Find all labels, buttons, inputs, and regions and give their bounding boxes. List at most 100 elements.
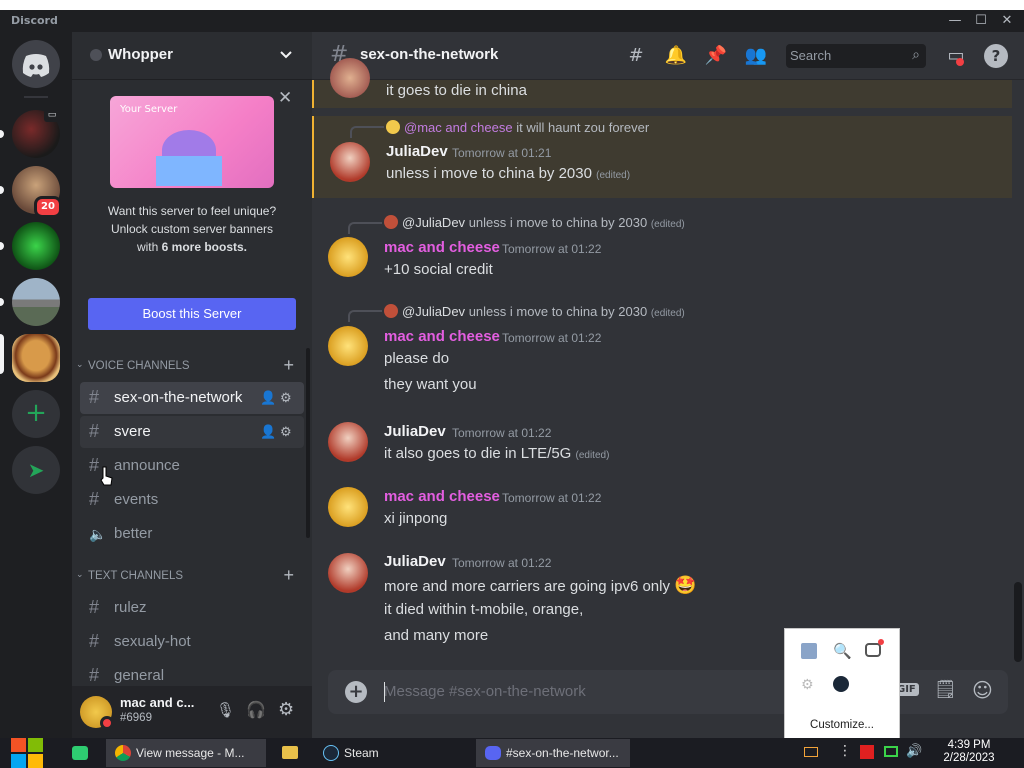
avatar[interactable] bbox=[328, 237, 368, 277]
help-icon[interactable]: ? bbox=[984, 44, 1008, 68]
server-boost-icon bbox=[90, 49, 102, 61]
taskbar-discord[interactable]: #sex-on-the-networ... bbox=[476, 739, 630, 767]
edited-label: (edited) bbox=[650, 308, 685, 319]
timestamp: Tomorrow at 01:22 bbox=[502, 242, 602, 256]
steam-tray-icon[interactable] bbox=[833, 676, 849, 692]
server-icon-4[interactable] bbox=[12, 278, 60, 326]
close-window-button[interactable]: ✕ bbox=[996, 11, 1018, 31]
reply-author: @JuliaDev bbox=[402, 215, 466, 230]
message-line: unless i move to china by 2030 bbox=[386, 165, 592, 182]
overflow-dots-icon[interactable]: ⋮ bbox=[838, 743, 852, 759]
emoji-picker-icon[interactable]: ☺ bbox=[972, 678, 993, 702]
channel-sexualy-hot[interactable]: # sexualy-hot bbox=[80, 626, 304, 658]
bell-icon[interactable]: 🔔 bbox=[664, 44, 688, 68]
maximize-button[interactable]: ☐ bbox=[970, 11, 992, 31]
sticker-icon[interactable]: 🗒 bbox=[934, 679, 957, 700]
channel-svere[interactable]: # svere 👤 ⚙ bbox=[80, 416, 304, 448]
message-composer[interactable]: + Message #sex-on-the-network GIF 🗒 ☺ bbox=[328, 670, 1008, 714]
gear-icon[interactable]: ⚙ bbox=[280, 390, 292, 406]
close-icon[interactable]: ✕ bbox=[278, 88, 292, 108]
search-input[interactable]: Search ⌕ bbox=[786, 44, 926, 68]
microphone-icon[interactable]: 🎙 bbox=[216, 701, 235, 719]
message-author[interactable]: JuliaDev bbox=[386, 143, 448, 160]
hash-icon: # bbox=[89, 489, 100, 509]
avatar[interactable] bbox=[330, 142, 370, 182]
message-line: more and more carriers are going ipv6 on… bbox=[384, 578, 670, 595]
message-author[interactable]: JuliaDev bbox=[384, 553, 446, 570]
channel-events[interactable]: # events bbox=[80, 484, 304, 516]
avatar[interactable] bbox=[328, 422, 368, 462]
gear-icon[interactable]: ⚙ bbox=[280, 424, 292, 440]
reply-author: @JuliaDev bbox=[402, 304, 466, 319]
reply-avatar bbox=[384, 215, 398, 229]
message-author[interactable]: JuliaDev bbox=[384, 423, 446, 440]
message-author[interactable]: mac and cheese bbox=[384, 239, 500, 256]
taskbar-chrome[interactable]: View message - M... bbox=[106, 739, 266, 767]
network-app-icon[interactable] bbox=[801, 643, 817, 659]
volume-icon[interactable]: 🔊 bbox=[906, 744, 922, 759]
system-clock[interactable]: 4:39 PM 2/28/2023 bbox=[934, 739, 1004, 765]
network-icon[interactable] bbox=[884, 746, 898, 757]
avatar[interactable] bbox=[328, 326, 368, 366]
flag-icon[interactable] bbox=[860, 745, 874, 759]
channel-rulez[interactable]: # rulez bbox=[80, 592, 304, 624]
reply-preview[interactable]: @JuliaDev unless i move to china by 2030… bbox=[384, 215, 685, 230]
taskbar-steam[interactable]: Steam bbox=[314, 739, 474, 767]
reply-avatar bbox=[386, 120, 400, 134]
home-button[interactable] bbox=[12, 40, 60, 88]
channel-sidebar: Whopper ✕ Your Server Want this server t… bbox=[72, 32, 312, 738]
invite-icon[interactable]: 👤 bbox=[260, 390, 276, 406]
attach-plus-icon[interactable]: + bbox=[345, 681, 367, 703]
threads-icon[interactable]: # bbox=[624, 44, 648, 68]
chat-app-icon[interactable] bbox=[72, 746, 88, 760]
keyboard-icon[interactable] bbox=[804, 747, 818, 757]
discord-logo-icon bbox=[22, 54, 50, 77]
message-line: it died within t-mobile, orange, bbox=[384, 601, 584, 618]
add-channel-icon[interactable]: + bbox=[283, 565, 294, 586]
reply-avatar bbox=[384, 304, 398, 318]
chat-scrollbar[interactable] bbox=[1014, 582, 1022, 662]
user-settings-gear-icon[interactable]: ⚙ bbox=[278, 699, 294, 720]
reply-preview[interactable]: @mac and cheese it will haunt zou foreve… bbox=[386, 120, 649, 135]
star-struck-emoji: 🤩 bbox=[674, 575, 697, 595]
reply-preview[interactable]: @JuliaDev unless i move to china by 2030… bbox=[384, 304, 685, 319]
search-app-icon[interactable]: 🔍 bbox=[833, 642, 852, 660]
server-header[interactable]: Whopper bbox=[72, 32, 312, 80]
message-author[interactable]: mac and cheese bbox=[384, 488, 500, 505]
avatar[interactable] bbox=[328, 553, 368, 593]
windows-start-icon[interactable] bbox=[11, 738, 43, 768]
explore-compass-icon[interactable]: ➤ bbox=[12, 446, 60, 494]
avatar[interactable] bbox=[330, 58, 370, 98]
server-icon-3[interactable] bbox=[12, 222, 60, 270]
headphones-icon[interactable]: 🎧 bbox=[246, 700, 266, 719]
minimize-button[interactable]: — bbox=[944, 11, 966, 31]
mouse-cursor-icon bbox=[100, 466, 113, 486]
channel-better[interactable]: 🔈 better bbox=[80, 518, 304, 550]
channel-scrollbar[interactable] bbox=[306, 348, 310, 538]
unread-pill bbox=[0, 242, 4, 250]
rail-divider bbox=[24, 96, 48, 98]
voice-channels-category[interactable]: ⌄ VOICE CHANNELS + bbox=[76, 355, 306, 376]
user-tag: #6969 bbox=[120, 712, 152, 724]
text-channels-category[interactable]: ⌄ TEXT CHANNELS + bbox=[76, 565, 306, 586]
pin-icon[interactable]: 📌 bbox=[704, 44, 728, 68]
add-server-icon[interactable]: + bbox=[12, 390, 60, 438]
folder-icon[interactable] bbox=[282, 746, 298, 759]
reply-text: it will haunt zou forever bbox=[516, 120, 650, 135]
server-icon-whopper[interactable] bbox=[12, 334, 60, 382]
banner-label: Your Server bbox=[120, 104, 178, 115]
boost-server-button[interactable]: Boost this Server bbox=[88, 298, 296, 330]
channel-label: events bbox=[114, 491, 159, 508]
avatar[interactable] bbox=[328, 487, 368, 527]
reply-connector bbox=[348, 310, 382, 322]
channel-sex-on-the-network[interactable]: # sex-on-the-network 👤 ⚙ bbox=[80, 382, 304, 414]
invite-icon[interactable]: 👤 bbox=[260, 424, 276, 440]
message-author[interactable]: mac and cheese bbox=[384, 328, 500, 345]
settings-app-icon[interactable]: ⚙ bbox=[801, 677, 814, 693]
boost-banner-image: Your Server bbox=[110, 96, 274, 188]
member-list-icon[interactable]: 👥 bbox=[744, 44, 768, 68]
customize-link[interactable]: Customize... bbox=[785, 719, 899, 731]
add-channel-icon[interactable]: + bbox=[283, 355, 294, 376]
discord-tray-icon[interactable] bbox=[865, 643, 881, 657]
timestamp: Tomorrow at 01:22 bbox=[502, 331, 602, 345]
